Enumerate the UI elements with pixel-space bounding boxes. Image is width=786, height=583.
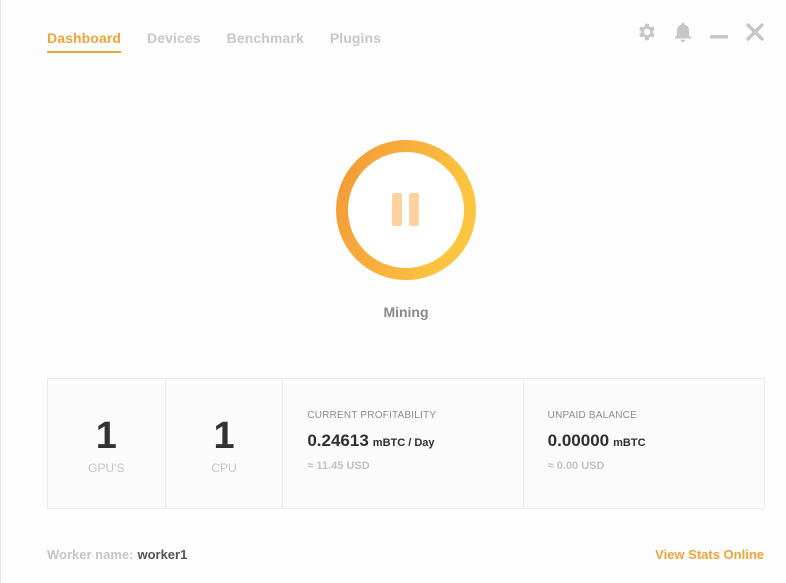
tab-plugins[interactable]: Plugins <box>330 30 381 53</box>
window-controls <box>636 20 766 44</box>
balance-title: UNPAID BALANCE <box>547 410 637 421</box>
close-icon[interactable] <box>744 20 766 44</box>
profitability-unit: mBTC / Day <box>372 437 435 449</box>
gpu-count-cell: 1 GPU'S <box>48 379 166 508</box>
worker-name-label: Worker name: <box>47 547 134 562</box>
cpu-count-value: 1 <box>213 415 235 457</box>
cpu-count-cell: 1 CPU <box>166 379 284 508</box>
profitability-title: CURRENT PROFITABILITY <box>307 410 437 421</box>
worker-name-value: worker1 <box>137 547 188 562</box>
tab-devices[interactable]: Devices <box>147 30 201 53</box>
bell-icon[interactable] <box>672 20 694 44</box>
balance-unit: mBTC <box>613 437 646 449</box>
profitability-cell: CURRENT PROFITABILITY 0.24613 mBTC / Day … <box>283 379 524 508</box>
cpu-count-label: CPU <box>211 461 237 475</box>
tab-benchmark[interactable]: Benchmark <box>227 30 304 53</box>
tab-dashboard[interactable]: Dashboard <box>47 30 122 53</box>
stats-panel: 1 GPU'S 1 CPU CURRENT PROFITABILITY 0.24… <box>47 378 765 509</box>
gpu-count-label: GPU'S <box>88 461 125 475</box>
balance-usd: ≈ 0.00 USD <box>547 460 605 472</box>
mining-toggle-button[interactable] <box>335 139 477 281</box>
profitability-amount: 0.24613 <box>307 431 369 450</box>
main-nav: Dashboard Devices Benchmark Plugins <box>47 30 381 53</box>
profitability-value: 0.24613 mBTC / Day <box>307 431 434 451</box>
gear-icon[interactable] <box>636 20 658 44</box>
balance-amount: 0.00000 <box>547 431 610 450</box>
mining-ring-graphic <box>336 140 476 280</box>
app-window: Dashboard Devices Benchmark Plugins Mini… <box>0 0 786 583</box>
gpu-count-value: 1 <box>95 415 117 457</box>
view-stats-online-link[interactable]: View Stats Online <box>655 547 764 562</box>
balance-value: 0.00000 mBTC <box>548 431 646 451</box>
minimize-icon[interactable] <box>708 20 730 44</box>
mining-status-label: Mining <box>383 304 429 320</box>
worker-name: Worker name: worker1 <box>47 547 187 562</box>
balance-cell: UNPAID BALANCE 0.00000 mBTC ≈ 0.00 USD <box>524 379 764 508</box>
profitability-usd: ≈ 11.45 USD <box>307 460 370 472</box>
